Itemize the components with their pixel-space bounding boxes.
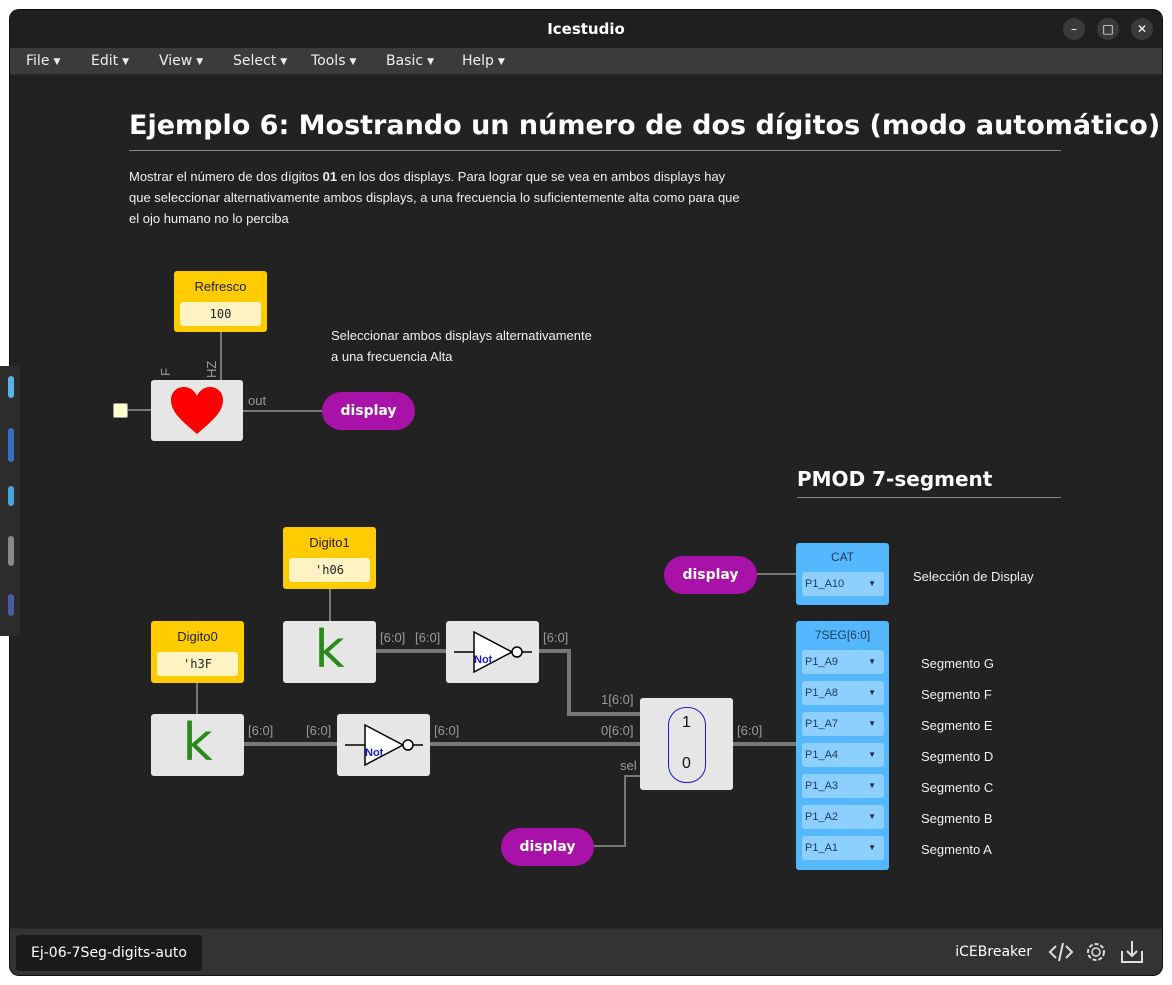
digito1-label: Digito1 [309, 535, 350, 550]
mux-in0-label: 0[6:0] [601, 723, 634, 738]
digito1-constant[interactable]: k [283, 620, 376, 683]
seg-pin-select-e[interactable]: P1_A7 ▼ [802, 712, 884, 736]
settings-icon[interactable] [1083, 939, 1109, 965]
seg-label-g: Segmento G [921, 656, 994, 671]
dock-item-1[interactable] [8, 376, 14, 398]
not-gate-0[interactable]: Not [337, 714, 430, 776]
seg-label-e: Segmento E [921, 718, 993, 733]
code-icon[interactable] [1048, 939, 1074, 965]
digito0-label: Digito0 [177, 629, 218, 644]
seg-pin-select-a[interactable]: P1_A1 ▼ [802, 836, 884, 860]
bus-label-d0-out: [6:0] [248, 723, 274, 738]
refresco-label: Refresco [194, 279, 247, 294]
cat-pin-select[interactable]: P1_A10 ▼ [802, 572, 884, 596]
seg-pin-select-g[interactable]: P1_A9 ▼ [802, 650, 884, 674]
dock-item-5[interactable] [8, 594, 14, 616]
file-tab[interactable]: Ej-06-7Seg-digits-auto [16, 935, 202, 971]
seg-label-d: Segmento D [921, 749, 994, 764]
mux-in1: 1 [682, 714, 691, 731]
mux-block[interactable]: 1 0 [640, 698, 733, 790]
seg-pin-select-d[interactable]: P1_A4 ▼ [802, 743, 884, 767]
refresco-block[interactable]: Refresco 100 [174, 271, 267, 332]
refresco-value[interactable]: 100 [180, 302, 261, 326]
mux-sel-label: sel [620, 758, 637, 773]
port-f-label: F [158, 368, 173, 376]
display-label-top[interactable]: display [322, 392, 415, 430]
seg-pin-select-b[interactable]: P1_A2 ▼ [802, 805, 884, 829]
bus-label-d1-out: [6:0] [380, 630, 406, 645]
bus-label-not1-out: [6:0] [543, 630, 569, 645]
seg-title: 7SEG[6:0] [814, 628, 871, 642]
digito0-value[interactable]: 'h3F [157, 652, 238, 676]
mux-in0: 0 [682, 755, 691, 772]
board-name[interactable]: iCEBreaker [955, 944, 1032, 960]
cat-note: Selección de Display [913, 569, 1034, 584]
seg-pin-select-c[interactable]: P1_A3 ▼ [802, 774, 884, 798]
seg-label-b: Segmento B [921, 811, 993, 826]
cat-output-block[interactable]: CAT P1_A10 ▼ [796, 543, 889, 605]
digito0-constant[interactable]: k [151, 713, 244, 776]
wires-layer [126, 332, 796, 847]
app-window: Icestudio – □ ✕ File ▼ Edit ▼ View ▼ Select… [10, 10, 1162, 975]
mux-in1-label: 1[6:0] [601, 692, 634, 707]
status-bar: Ej-06-7Seg-digits-auto iCEBreaker [10, 928, 1162, 975]
seg-output-block[interactable]: 7SEG[6:0] P1_A9 ▼ P1_A8 ▼ P1_A7 ▼ P1_A4 ▼ P1… [796, 621, 889, 870]
digito1-value[interactable]: 'h06 [289, 558, 370, 582]
display-label-cat[interactable]: display [664, 556, 757, 594]
wire-sel [594, 775, 640, 847]
k-symbol-1: k [314, 620, 345, 680]
not-gate-1-text: Not [474, 654, 493, 666]
not-gate-icon [345, 723, 423, 767]
clock-input[interactable] [113, 403, 128, 418]
dock-item-2[interactable] [8, 428, 14, 462]
display-label-bottom[interactable]: display [501, 828, 594, 866]
cat-title: CAT [830, 550, 855, 564]
not-gate-icon [454, 630, 532, 674]
bus-label-not1-in: [6:0] [415, 630, 441, 645]
seg-label-f: Segmento F [921, 687, 992, 702]
digito0-block[interactable]: Digito0 'h3F [151, 621, 244, 683]
heart-icon [171, 387, 223, 434]
side-dock [0, 366, 20, 636]
seg-pin-select-f[interactable]: P1_A8 ▼ [802, 681, 884, 705]
seg-label-c: Segmento C [921, 780, 994, 795]
bus-label-not0-out: [6:0] [434, 723, 460, 738]
digito1-block[interactable]: Digito1 'h06 [283, 527, 376, 589]
seg-label-a: Segmento A [921, 842, 992, 857]
dock-item-4[interactable] [8, 536, 14, 566]
port-out-label: out [248, 393, 267, 408]
port-hz-label: HZ [204, 360, 219, 378]
bus-label-mux-out: [6:0] [737, 723, 763, 738]
not-gate-1[interactable]: Not [446, 621, 539, 683]
bus-label-not0-in: [6:0] [306, 723, 332, 738]
heart-block[interactable] [151, 380, 243, 441]
download-icon[interactable] [1119, 939, 1145, 965]
not-gate-0-text: Not [365, 747, 384, 759]
k-symbol-0: k [182, 713, 213, 773]
dock-item-3[interactable] [8, 486, 14, 506]
